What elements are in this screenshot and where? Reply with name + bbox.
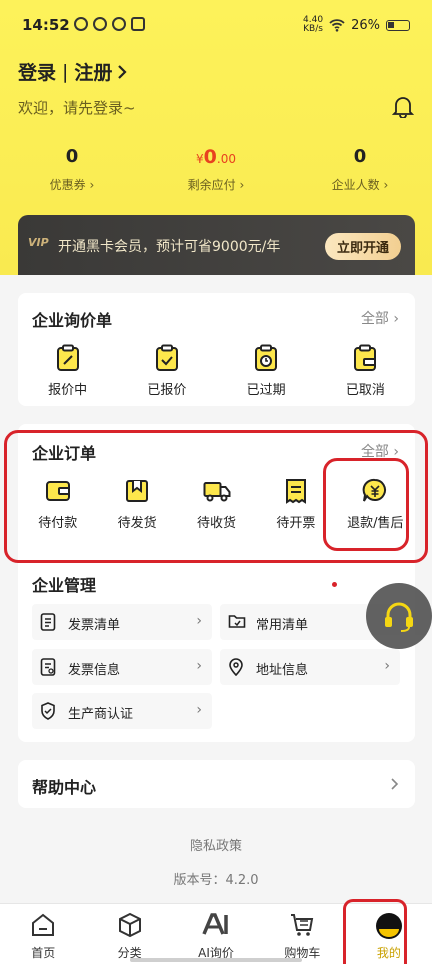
mgr-invoice-info[interactable]: 发票信息 ›	[32, 649, 212, 685]
home-icon	[32, 913, 55, 936]
gesture-bar	[130, 958, 302, 962]
inquiry-quoted[interactable]: 已报价	[117, 343, 216, 398]
stat-members[interactable]: 0 企业人数 ›	[288, 146, 432, 193]
inquiry-expired[interactable]: 已过期	[217, 343, 316, 398]
status-bar: 14:52 4.40 KB/s 26%	[0, 0, 432, 48]
inquiry-all-link[interactable]: 全部 ›	[361, 308, 399, 328]
inquiry-cancelled[interactable]: 已取消	[316, 343, 415, 398]
battery-percent: 26%	[351, 17, 380, 33]
vip-logo: VIP	[28, 236, 49, 249]
cube-icon	[118, 912, 141, 938]
help-center-row[interactable]: 帮助中心	[18, 760, 415, 808]
highlight-box-refund	[323, 458, 409, 551]
ai-icon	[202, 913, 228, 935]
chevron-right-icon	[118, 64, 127, 79]
highlight-box-mine-tab	[343, 899, 407, 964]
stats-row: 0 优惠券 › ¥0.00 剩余应付 › 0 企业人数 ›	[0, 146, 432, 193]
tab-category[interactable]: 分类	[86, 904, 172, 964]
chevron-right-icon	[391, 778, 399, 790]
inquiry-card: 企业询价单 全部 › 报价中 已报价 已过期 已取消	[18, 293, 415, 406]
inquiry-quoting[interactable]: 报价中	[18, 343, 117, 398]
folder-check-icon	[228, 615, 246, 628]
mgr-manufacturer-cert[interactable]: 生产商认证 ›	[32, 693, 212, 729]
vip-banner[interactable]: VIP 开通黑卡会员，预计可省9000元/年 立即开通	[18, 215, 415, 275]
invoice-info-icon	[40, 658, 56, 676]
help-title: 帮助中心	[32, 778, 97, 797]
status-right: 4.40 KB/s 26%	[303, 16, 410, 34]
clipboard-clock-icon	[255, 344, 278, 371]
management-card: 企业管理 发票清单 › 常用清单 发票信息 › 地址信息 › 生产商认证 ›	[18, 562, 415, 742]
clipboard-check-icon	[155, 344, 178, 371]
vip-open-button[interactable]: 立即开通	[324, 233, 401, 260]
shield-check-icon	[41, 702, 55, 720]
clipboard-cancel-icon	[354, 344, 377, 371]
customer-service-button[interactable]	[366, 583, 432, 649]
stat-remaining-payment[interactable]: ¥0.00 剩余应付 ›	[144, 146, 288, 193]
stat-coupons[interactable]: 0 优惠券 ›	[0, 146, 144, 193]
tab-home[interactable]: 首页	[0, 904, 86, 964]
red-dot	[332, 582, 337, 587]
cart-icon	[291, 914, 314, 936]
tab-ai-inquiry[interactable]: AI询价	[173, 904, 259, 964]
notification-icons	[74, 17, 145, 31]
status-time: 14:52	[22, 16, 70, 34]
wifi-icon	[329, 19, 345, 32]
mgr-invoice-list[interactable]: 发票清单 ›	[32, 604, 212, 640]
location-pin-icon	[229, 658, 243, 676]
version-text: 版本号：4.2.0	[173, 873, 259, 888]
headset-icon	[385, 602, 413, 632]
list-doc-icon	[40, 613, 56, 631]
clipboard-edit-icon	[56, 344, 79, 371]
bell-icon[interactable]	[392, 94, 414, 118]
battery-icon	[386, 19, 410, 31]
tab-cart[interactable]: 购物车	[259, 904, 345, 964]
inquiry-title: 企业询价单	[32, 311, 113, 330]
management-title: 企业管理	[32, 576, 97, 595]
login-register-link[interactable]: 登录 | 注册	[18, 58, 128, 85]
welcome-text: 欢迎，请先登录~	[18, 99, 136, 117]
mgr-address-info[interactable]: 地址信息 ›	[220, 649, 400, 685]
privacy-policy-link[interactable]: 隐私政策	[0, 835, 432, 854]
vip-text: 开通黑卡会员，预计可省9000元/年	[58, 239, 281, 255]
